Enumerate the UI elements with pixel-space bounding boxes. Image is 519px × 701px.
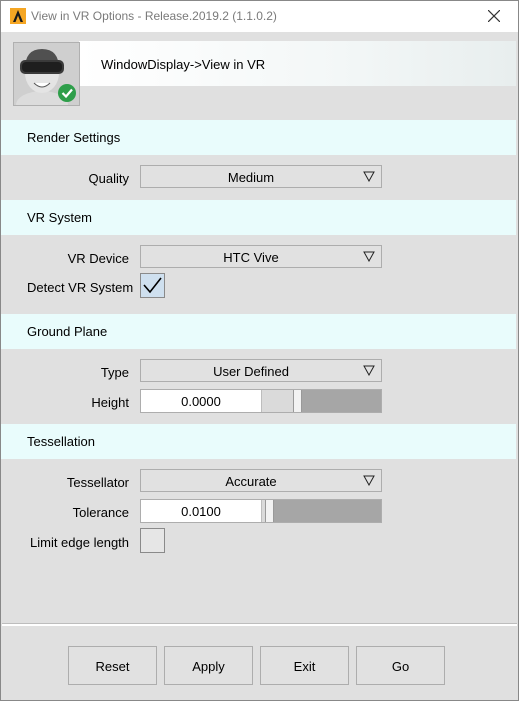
quality-label: Quality	[88, 171, 129, 186]
exit-button[interactable]: Exit	[260, 646, 349, 685]
height-label: Height	[91, 395, 129, 410]
dropdown-arrow-icon	[363, 251, 375, 262]
section-title: Ground Plane	[27, 324, 108, 339]
quality-dropdown[interactable]: Medium	[140, 165, 382, 188]
apply-button[interactable]: Apply	[164, 646, 253, 685]
section-title: Tessellation	[27, 434, 95, 449]
detect-vr-checkbox[interactable]	[140, 273, 165, 298]
vr-device-value: HTC Vive	[223, 250, 279, 265]
ground-type-value: User Defined	[213, 364, 289, 379]
window-title: View in VR Options - Release.2019.2 (1.1…	[31, 9, 277, 23]
close-button[interactable]	[472, 1, 518, 32]
section-ground-plane: Ground Plane	[1, 314, 516, 349]
dialog-window: View in VR Options - Release.2019.2 (1.1…	[0, 0, 519, 701]
tessellator-value: Accurate	[225, 474, 277, 489]
app-logo-icon	[10, 8, 26, 24]
tolerance-value[interactable]: 0.0100	[141, 504, 261, 519]
height-slider-fill	[302, 390, 381, 412]
dropdown-arrow-icon	[363, 365, 375, 376]
tolerance-label: Tolerance	[72, 505, 129, 520]
section-render-settings: Render Settings	[1, 120, 516, 155]
quality-value: Medium	[227, 170, 275, 185]
dropdown-arrow-icon	[363, 171, 375, 182]
height-slider-thumb[interactable]	[293, 390, 302, 412]
footer-divider	[2, 623, 517, 626]
type-label: Type	[100, 365, 129, 380]
ground-type-dropdown[interactable]: User Defined	[140, 359, 382, 382]
vr-device-label: VR Device	[67, 251, 129, 266]
command-path-bar: WindowDisplay->View in VR	[79, 41, 516, 86]
height-value[interactable]: 0.0000	[141, 394, 261, 409]
tessellator-label: Tessellator	[66, 475, 129, 490]
limit-edge-label: Limit edge length	[30, 535, 130, 550]
section-title: Render Settings	[27, 130, 121, 145]
section-title: VR System	[27, 210, 93, 225]
title-bar: View in VR Options - Release.2019.2 (1.1…	[1, 1, 518, 32]
limit-edge-checkbox[interactable]	[140, 528, 165, 553]
verified-badge-icon	[58, 84, 76, 102]
tessellator-dropdown[interactable]: Accurate	[140, 469, 382, 492]
close-icon	[488, 10, 500, 22]
checkmark-icon	[143, 277, 162, 294]
height-slider[interactable]	[261, 390, 381, 412]
tolerance-slider-fill	[274, 500, 381, 522]
tolerance-slider[interactable]	[261, 500, 381, 522]
section-vr-system: VR System	[1, 200, 516, 235]
height-field[interactable]: 0.0000	[140, 389, 382, 413]
detect-vr-label: Detect VR System	[27, 280, 134, 295]
tolerance-field[interactable]: 0.0100	[140, 499, 382, 523]
vr-device-dropdown[interactable]: HTC Vive	[140, 245, 382, 268]
dropdown-arrow-icon	[363, 475, 375, 486]
reset-button[interactable]: Reset	[68, 646, 157, 685]
command-path: WindowDisplay->View in VR	[101, 57, 266, 72]
go-button[interactable]: Go	[356, 646, 445, 685]
section-tessellation: Tessellation	[1, 424, 516, 459]
vr-headset-avatar-icon	[13, 42, 80, 119]
tolerance-slider-thumb[interactable]	[265, 500, 274, 522]
